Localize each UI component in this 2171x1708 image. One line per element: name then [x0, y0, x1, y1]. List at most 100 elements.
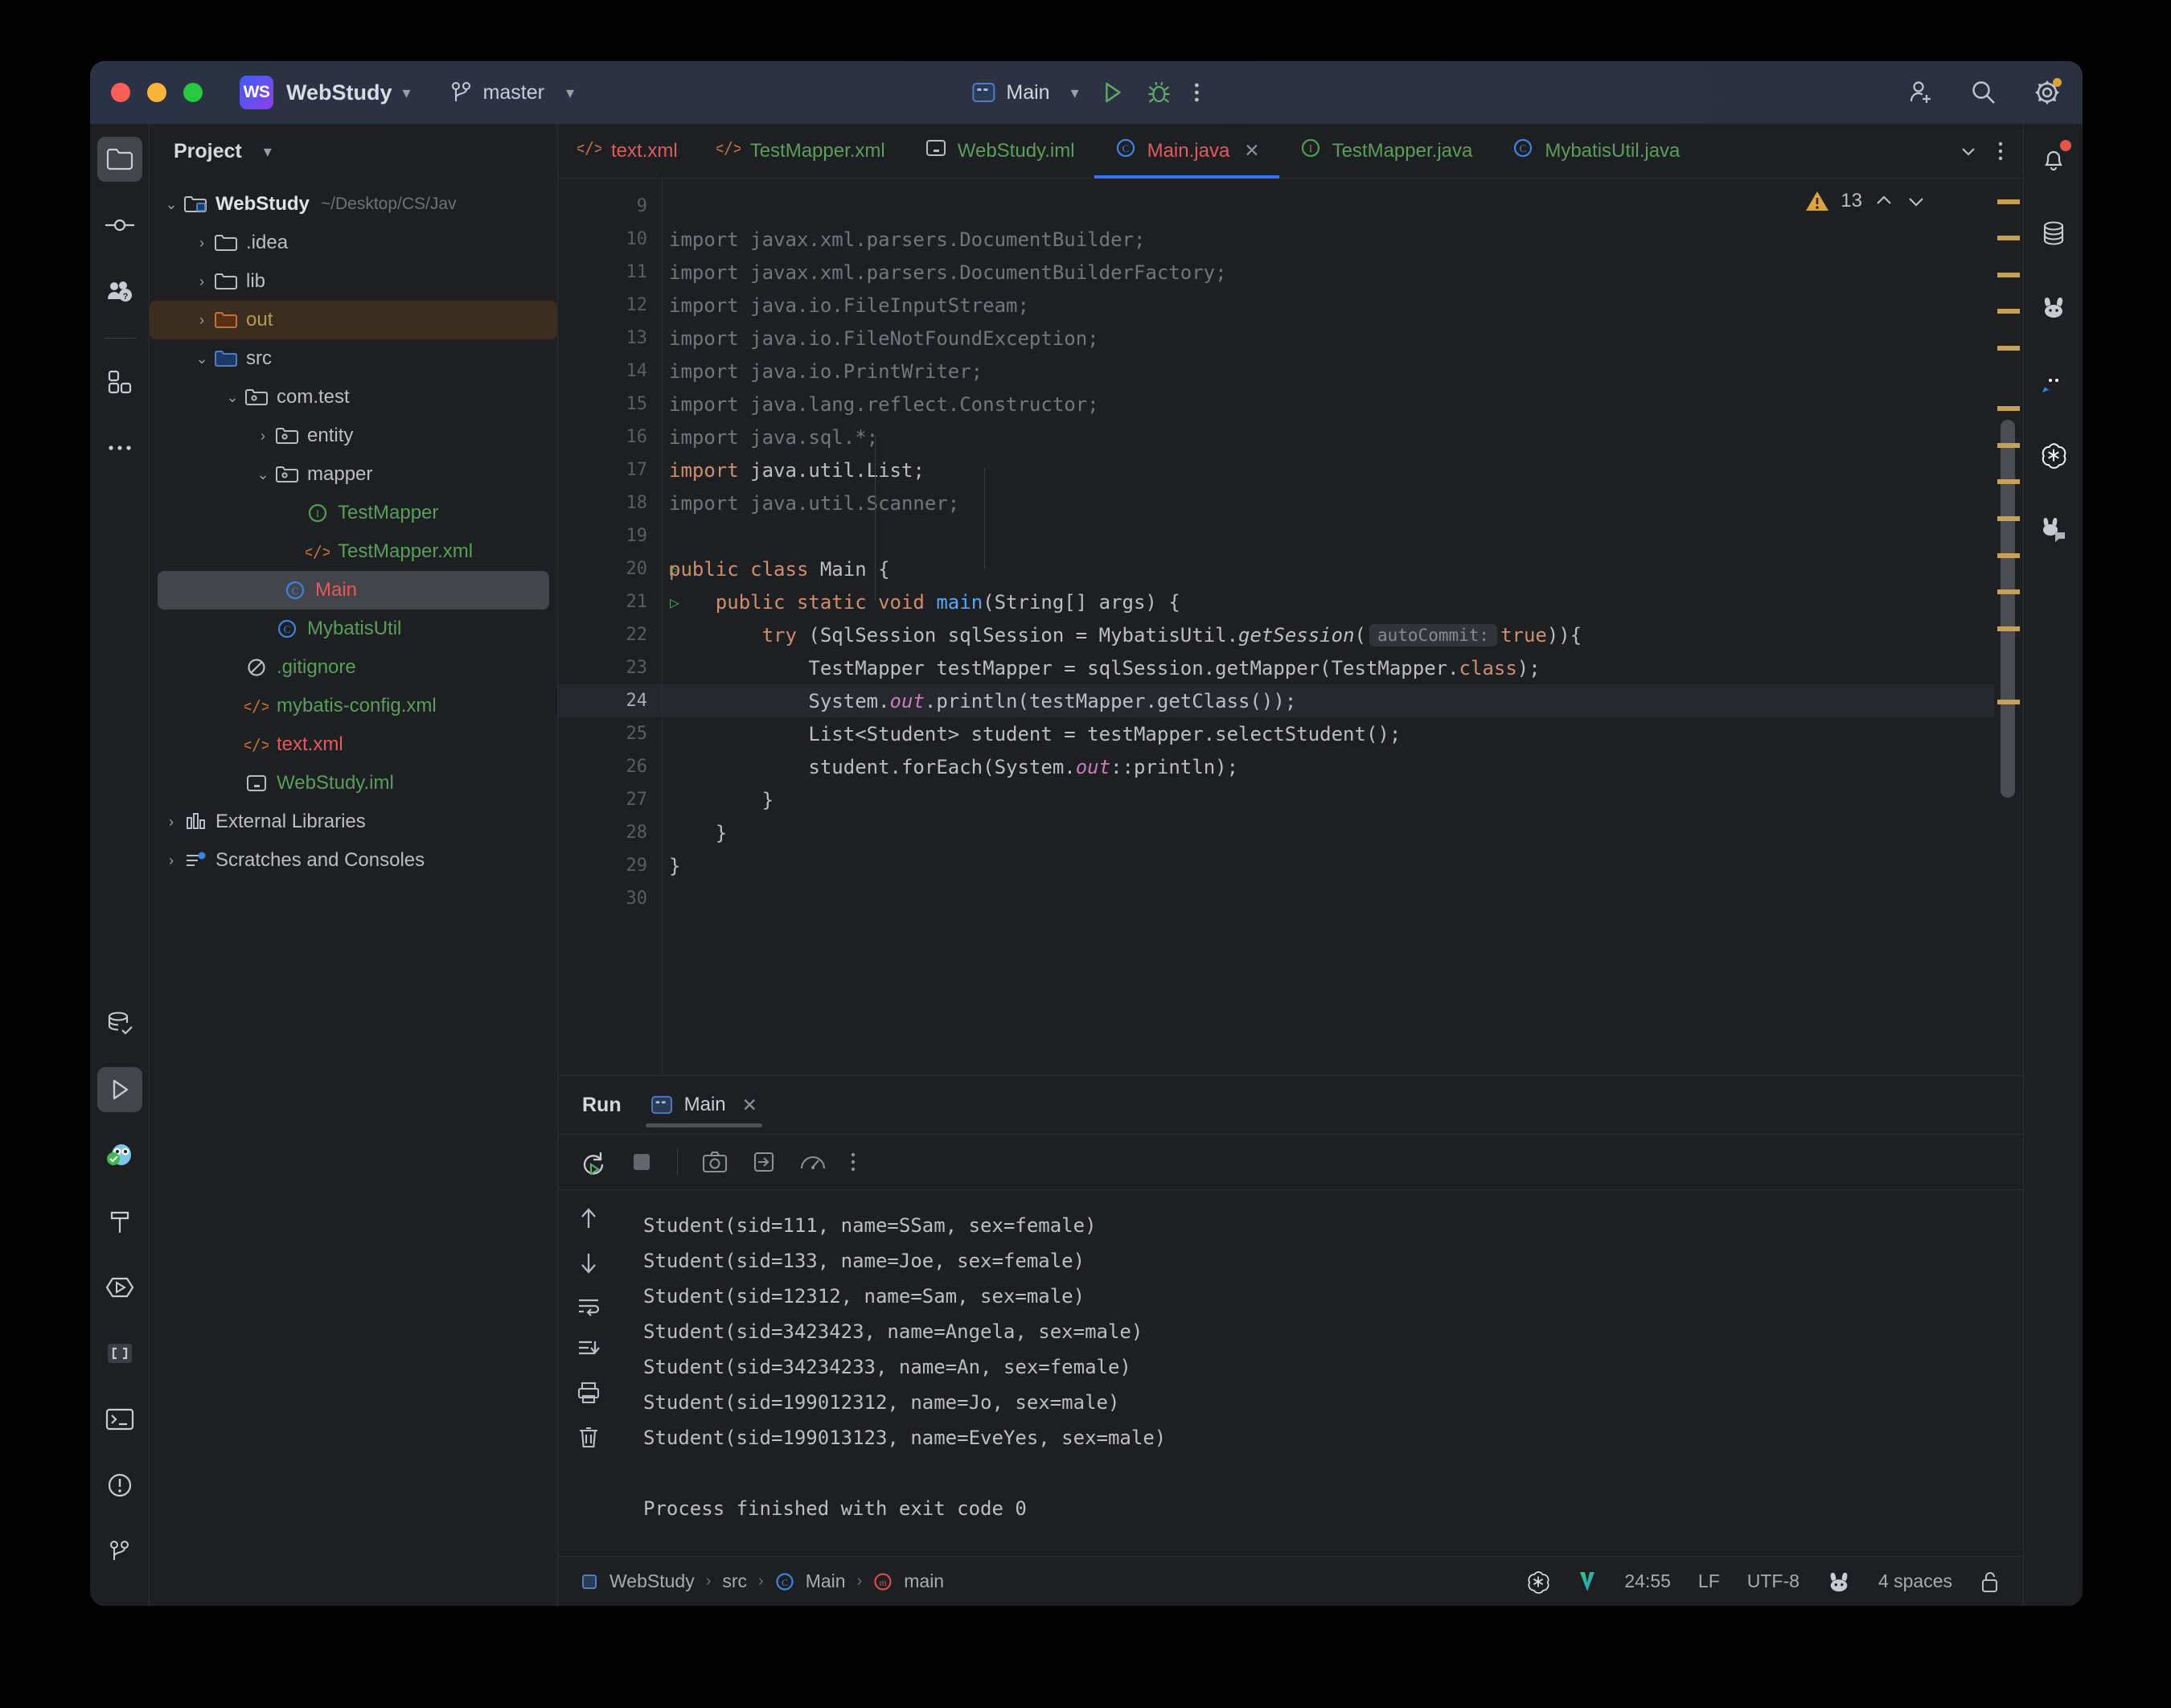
breadcrumb-item-project[interactable]: WebStudy: [609, 1570, 695, 1592]
more-actions-icon[interactable]: [1193, 80, 1201, 105]
bunny-icon[interactable]: [1827, 1570, 1851, 1593]
console-side-toolbar[interactable]: [558, 1190, 619, 1556]
editor-tab-mybatisutil-java[interactable]: C MybatisUtil.java: [1492, 124, 1699, 178]
tree-item-testmapper-xml[interactable]: </> TestMapper.xml: [150, 532, 557, 571]
add-user-icon[interactable]: [1907, 79, 1935, 106]
sidebar-item-openai[interactable]: [2031, 433, 2076, 478]
sidebar-item-chat[interactable]: [2031, 359, 2076, 404]
chevron-down-icon[interactable]: ⌄: [191, 351, 212, 367]
sidebar-item-go-plugin[interactable]: [97, 1133, 142, 1178]
stop-icon[interactable]: [630, 1151, 653, 1173]
code-line[interactable]: TestMapper testMapper = sqlSession.getMa…: [663, 651, 1994, 684]
tree-item-scratches-and-consoles[interactable]: › Scratches and Consoles: [150, 841, 557, 880]
scroll-to-end-icon[interactable]: [577, 1338, 601, 1361]
tree-item-mapper[interactable]: ⌄ mapper: [150, 455, 557, 494]
clear-all-icon[interactable]: [577, 1425, 600, 1449]
warning-stripe-mark[interactable]: [1997, 406, 2020, 411]
code-editor[interactable]: 9 10 11 12 13 14 15 16 17 18 19 20 ▷ 21 ▷ 22 23 24 25 26 27 2…: [558, 179, 2023, 1075]
editor-tab-main-java[interactable]: C Main.java ✕: [1094, 124, 1279, 179]
chevron-down-icon[interactable]: ▾: [403, 83, 411, 103]
import-icon[interactable]: [752, 1151, 776, 1173]
code-line[interactable]: import java.util.List;: [663, 454, 1994, 487]
tree-item-entity[interactable]: › entity: [150, 417, 557, 455]
chevron-right-icon[interactable]: ›: [191, 235, 212, 252]
code-line[interactable]: [663, 190, 1994, 223]
scroll-down-icon[interactable]: [578, 1251, 599, 1275]
debug-icon[interactable]: [1147, 80, 1172, 105]
gutter-line-number[interactable]: 29: [558, 849, 662, 882]
gutter-line-number[interactable]: 17: [558, 454, 662, 487]
warning-stripe-mark[interactable]: [1997, 236, 2020, 240]
tree-item-com-test[interactable]: ⌄ com.test: [150, 378, 557, 417]
code-line[interactable]: System. out .println(testMapper.getClass()…: [663, 684, 1994, 717]
code-line[interactable]: import java.lang.reflect.Constructor;: [663, 388, 1994, 421]
breadcrumb[interactable]: WebStudy › src › C Main › m main: [581, 1570, 944, 1592]
previous-problem-icon[interactable]: [1873, 191, 1894, 211]
gutter-line-number[interactable]: 24: [558, 684, 662, 717]
warning-stripe-mark[interactable]: [1997, 443, 2020, 448]
sidebar-item-database[interactable]: [97, 1001, 142, 1046]
editor-scrollbar-thumb[interactable]: [2001, 420, 2015, 798]
code-line[interactable]: import java.io.FileNotFoundException;: [663, 322, 1994, 355]
openai-icon[interactable]: [1526, 1570, 1550, 1594]
editor-tab-testmapper-xml[interactable]: </> TestMapper.xml: [697, 124, 905, 178]
gutter-line-number[interactable]: 18: [558, 487, 662, 519]
encoding-label[interactable]: UTF-8: [1747, 1570, 1800, 1592]
gutter-line-number[interactable]: 13: [558, 322, 662, 355]
inspection-widget[interactable]: 13: [1805, 190, 1927, 212]
gutter-line-number[interactable]: 20 ▷: [558, 552, 680, 585]
sidebar-item-database-right[interactable]: [2031, 211, 2076, 256]
close-icon[interactable]: ✕: [1244, 140, 1259, 162]
soft-wrap-icon[interactable]: [577, 1296, 601, 1317]
sidebar-item-terminal[interactable]: [97, 1397, 142, 1442]
code-line[interactable]: List<Student> student = testMapper.selec…: [663, 717, 1994, 750]
print-icon[interactable]: [577, 1382, 601, 1404]
gutter-line-number[interactable]: 22: [558, 618, 662, 651]
gutter-line-number[interactable]: 27: [558, 783, 662, 816]
sidebar-item-problems[interactable]: [97, 1463, 142, 1508]
gutter-line-number[interactable]: 28: [558, 816, 662, 849]
sidebar-item-bunny[interactable]: [2031, 285, 2076, 330]
branch-selector[interactable]: master ▾: [451, 80, 574, 105]
warning-stripe-mark[interactable]: [1997, 309, 2020, 314]
code-line[interactable]: student.forEach(System. out::println);: [663, 750, 1994, 783]
tree-item-idea[interactable]: › .idea: [150, 224, 557, 262]
code-line[interactable]: [663, 882, 1994, 915]
tree-item-main[interactable]: C Main: [158, 571, 549, 610]
gutter-line-number[interactable]: 19: [558, 519, 662, 552]
tree-item-mybatis-config-xml[interactable]: </> mybatis-config.xml: [150, 687, 557, 725]
gutter-line-number[interactable]: 21 ▷: [558, 585, 680, 618]
code-line[interactable]: import javax.xml.parsers.DocumentBuilder…: [663, 223, 1994, 256]
gutter-line-number[interactable]: 15: [558, 388, 662, 421]
breadcrumb-item-method[interactable]: main: [904, 1570, 944, 1592]
tree-item-testmapper[interactable]: I TestMapper: [150, 494, 557, 532]
chevron-down-icon[interactable]: ▾: [264, 142, 272, 162]
chevron-right-icon[interactable]: ›: [191, 312, 212, 329]
project-name-label[interactable]: WebStudy: [286, 80, 392, 105]
sidebar-item-structure[interactable]: [97, 1331, 142, 1376]
code-line[interactable]: import javax.xml.parsers.DocumentBuilder…: [663, 256, 1994, 289]
run-tab-main[interactable]: Main ✕: [645, 1076, 763, 1134]
gutter-line-number[interactable]: 11: [558, 256, 662, 289]
profiler-icon[interactable]: [800, 1151, 826, 1173]
sidebar-item-git[interactable]: [97, 1529, 142, 1574]
code-line[interactable]: public class Main {: [663, 552, 1994, 585]
chevron-right-icon[interactable]: ›: [191, 273, 212, 290]
sidebar-item-build[interactable]: [97, 1199, 142, 1244]
warning-stripe-mark[interactable]: [1997, 346, 2020, 351]
chevron-right-icon[interactable]: ›: [252, 428, 273, 445]
sidebar-item-run[interactable]: [96, 1067, 142, 1112]
chevron-down-icon[interactable]: ⌄: [161, 196, 182, 213]
tree-item-text-xml[interactable]: </> text.xml: [150, 725, 557, 764]
gutter-line-number[interactable]: 30: [558, 882, 662, 915]
warning-stripe-mark[interactable]: [1997, 626, 2020, 631]
code-line[interactable]: [663, 519, 1994, 552]
screenshot-icon[interactable]: [702, 1151, 728, 1173]
sidebar-item-project[interactable]: [96, 137, 142, 182]
code-line[interactable]: import java.util.Scanner;: [663, 487, 1994, 519]
warning-stripe-mark[interactable]: [1997, 273, 2020, 277]
scroll-up-icon[interactable]: [578, 1206, 599, 1230]
close-icon[interactable]: ✕: [742, 1094, 757, 1116]
more-actions-icon[interactable]: [850, 1151, 856, 1173]
gutter-line-number[interactable]: 25: [558, 717, 662, 750]
